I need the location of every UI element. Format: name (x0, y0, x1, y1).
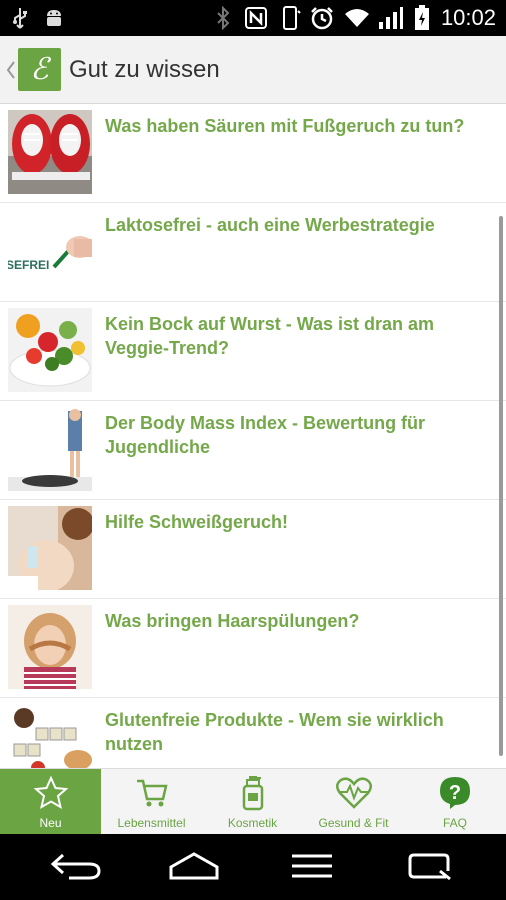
menu-nav-icon[interactable] (282, 846, 342, 886)
article-title: Laktosefrei - auch eine Werbestrategie (105, 215, 435, 235)
android-debug-icon (40, 6, 68, 30)
tab-label: Neu (39, 816, 62, 830)
list-item[interactable]: Was haben Säuren mit Fußgeruch zu tun? (0, 104, 506, 203)
article-title: Glutenfreie Produkte - Wem sie wirklich … (105, 710, 444, 754)
tab-label: Kosmetik (227, 816, 278, 830)
action-bar: ℰ Gut zu wissen (0, 36, 506, 104)
svg-text:?: ? (449, 782, 461, 804)
bluetooth-icon (210, 6, 236, 30)
article-list: Was haben Säuren mit Fußgeruch zu tun? S… (0, 104, 506, 768)
tab-faq[interactable]: ? FAQ (404, 769, 506, 835)
list-item[interactable]: Der Body Mass Index - Bewertung für Juge… (0, 401, 506, 500)
article-title: Der Body Mass Index - Bewertung für Juge… (105, 413, 426, 457)
page-title: Gut zu wissen (69, 56, 220, 83)
bottom-tab-bar: Neu Lebensmittel Kosmetik Gesund & Fit ?… (0, 768, 506, 835)
article-title: Kein Bock auf Wurst - Was ist dran am Ve… (105, 314, 435, 358)
tab-kosmetik[interactable]: Kosmetik (202, 769, 303, 835)
system-nav-bar (0, 834, 506, 900)
article-thumbnail (8, 605, 92, 689)
recents-nav-icon[interactable] (400, 846, 460, 886)
tab-label: Gesund & Fit (318, 816, 389, 830)
wifi-icon (342, 6, 372, 30)
cart-icon (132, 773, 172, 813)
list-item[interactable]: Was bringen Haarspülungen? (0, 599, 506, 698)
status-bar: 10:02 (0, 0, 506, 36)
list-item[interactable]: Kein Bock auf Wurst - Was ist dran am Ve… (0, 302, 506, 401)
list-item[interactable]: SEFREI Laktosefrei - auch eine Werbestra… (0, 203, 506, 302)
list-item[interactable]: Hilfe Schweißgeruch! (0, 500, 506, 599)
app-logo[interactable]: ℰ (18, 48, 61, 91)
usb-icon (8, 6, 32, 30)
article-thumbnail (8, 110, 92, 194)
thumb-text: SEFREI (8, 258, 49, 272)
tab-label: Lebensmittel (117, 816, 186, 830)
list-item[interactable]: Glutenfreie Produkte - Wem sie wirklich … (0, 698, 506, 768)
article-title: Hilfe Schweißgeruch! (105, 512, 289, 532)
question-icon: ? (435, 773, 475, 813)
article-thumbnail: SEFREI (8, 209, 92, 293)
article-thumbnail (8, 704, 92, 768)
tab-neu[interactable]: Neu (0, 769, 101, 835)
signal-icon (376, 6, 406, 30)
back-nav-icon[interactable] (46, 846, 106, 886)
article-title: Was haben Säuren mit Fußgeruch zu tun? (105, 116, 465, 136)
bottle-icon (233, 773, 273, 813)
tab-label: FAQ (442, 816, 467, 830)
star-icon (31, 773, 71, 813)
tab-lebensmittel[interactable]: Lebensmittel (101, 769, 202, 835)
article-thumbnail (8, 308, 92, 392)
alarm-icon (308, 6, 336, 30)
clock: 10:02 (440, 5, 496, 30)
battery-icon (412, 5, 432, 30)
back-chevron-icon[interactable] (4, 58, 18, 82)
nfc-icon (243, 6, 269, 30)
article-thumbnail (8, 506, 92, 590)
article-title: Was bringen Haarspülungen? (105, 611, 360, 631)
scrollbar[interactable] (499, 216, 503, 756)
phone-rotate-icon (277, 6, 303, 30)
home-nav-icon[interactable] (164, 846, 224, 886)
logo-letter: ℰ (30, 52, 49, 87)
article-thumbnail (8, 407, 92, 491)
heart-pulse-icon (334, 773, 374, 813)
tab-gesund-fit[interactable]: Gesund & Fit (303, 769, 404, 835)
